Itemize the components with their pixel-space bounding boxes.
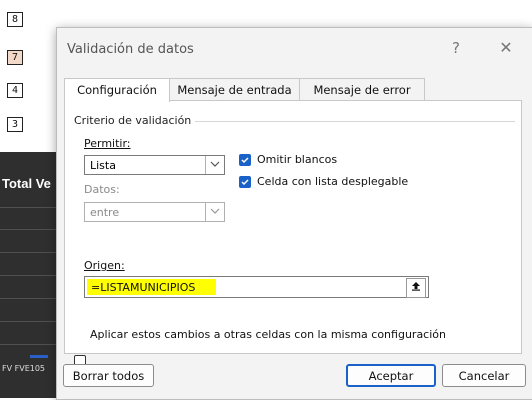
datos-value: entre (90, 206, 120, 219)
chart-background: Total Ve FV FVE105 (0, 152, 60, 398)
title-bar[interactable]: Validación de datos ? ✕ (57, 28, 532, 70)
chart-bar (30, 355, 48, 358)
permitir-value: Lista (90, 159, 116, 172)
celda-lista-label[interactable]: Celda con lista desplegable (257, 175, 408, 188)
help-button[interactable]: ? (444, 37, 468, 59)
range-picker-icon[interactable] (406, 278, 426, 298)
tab-configuracion[interactable]: Configuración (64, 78, 170, 102)
group-label: Criterio de validación (74, 114, 196, 127)
group-divider (175, 121, 515, 122)
chevron-down-icon (205, 203, 224, 221)
aceptar-button[interactable]: Aceptar (346, 364, 436, 387)
borrar-todos-button[interactable]: Borrar todos (63, 364, 154, 387)
origen-value: =LISTAMUNICIPIOS (91, 281, 196, 294)
origen-input[interactable]: =LISTAMUNICIPIOS (84, 276, 429, 298)
row-tag: 8 (7, 12, 23, 27)
dialog-title: Validación de datos (67, 42, 194, 57)
origen-label: Origen: (84, 259, 125, 272)
row-tag: 7 (7, 50, 23, 65)
check-icon (241, 179, 249, 186)
row-tag: 3 (7, 117, 23, 132)
tab-mensaje-error[interactable]: Mensaje de error (299, 78, 425, 101)
omitir-blancos-checkbox[interactable] (239, 154, 251, 166)
tab-mensaje-entrada[interactable]: Mensaje de entrada (169, 78, 300, 101)
chevron-down-icon (205, 156, 224, 174)
omitir-blancos-label[interactable]: Omitir blancos (257, 153, 337, 166)
cancelar-button[interactable]: Cancelar (442, 364, 526, 387)
chart-header-fragment: Total Ve (2, 176, 51, 191)
aplicar-label[interactable]: Aplicar estos cambios a otras celdas con… (90, 328, 446, 341)
permitir-select[interactable]: Lista (84, 155, 225, 175)
settings-panel: Criterio de validación Permitir: Lista D… (64, 100, 522, 367)
celda-lista-checkbox[interactable] (239, 176, 251, 188)
datos-select[interactable]: entre (84, 202, 225, 222)
close-button[interactable]: ✕ (494, 37, 518, 59)
chart-footer-fragment: FV FVE105 (2, 364, 46, 373)
data-validation-dialog: Validación de datos ? ✕ Configuración Me… (56, 27, 532, 400)
row-tag: 4 (7, 83, 23, 98)
permitir-label: Permitir: (84, 137, 131, 150)
datos-label: Datos: (84, 183, 120, 196)
check-icon (241, 157, 249, 164)
